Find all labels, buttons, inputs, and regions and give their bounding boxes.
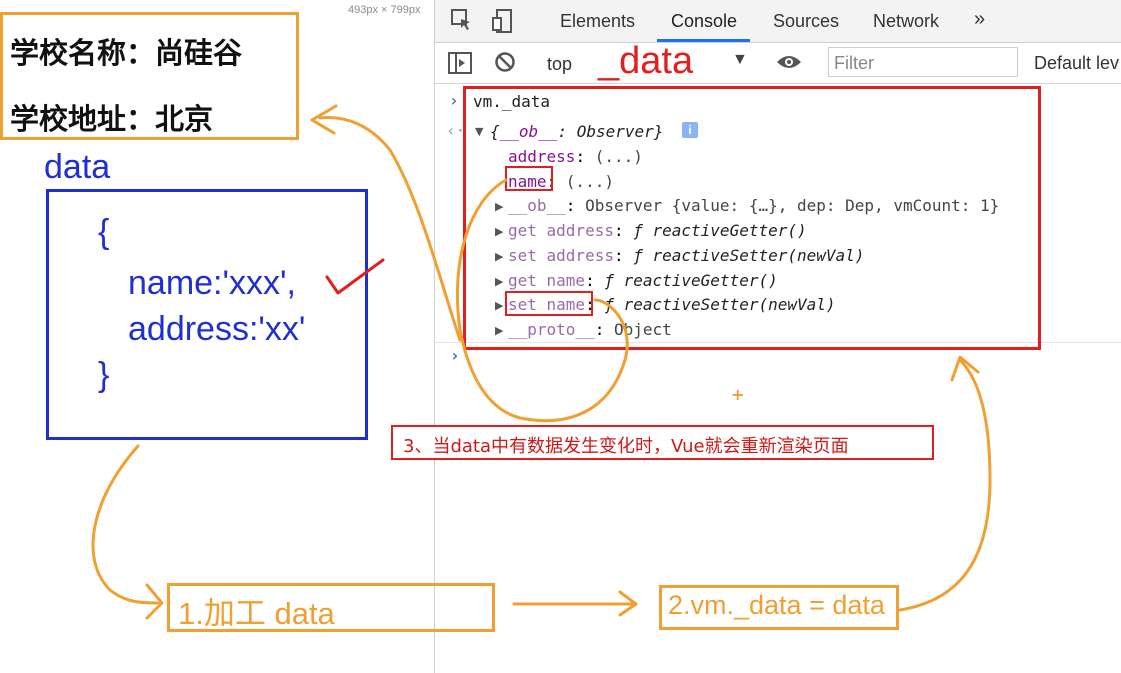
data-line-address: address:'xx' xyxy=(128,310,306,348)
tab-network[interactable]: Network xyxy=(873,11,939,32)
arrow-loop-to-page-head xyxy=(310,104,338,135)
data-line-open: { xyxy=(98,213,110,251)
step3-caption-text: 3、当data中有数据发生变化时，Vue就会重新渲染页面 xyxy=(403,436,849,457)
screen: 493px × 799px 学校名称：尚硅谷 学校地址：北京 data { na… xyxy=(0,0,1121,673)
data-line-name: name:'xxx', xyxy=(128,264,296,302)
school-name-text: 学校名称：尚硅谷 xyxy=(10,36,243,70)
viewport-size-hint: 493px × 799px xyxy=(348,4,421,16)
filter-placeholder: Filter xyxy=(834,53,874,73)
device-toolbar-icon[interactable] xyxy=(491,8,515,39)
tab-sources[interactable]: Sources xyxy=(773,11,839,32)
clear-console-icon[interactable] xyxy=(494,51,516,77)
step1-text: 1.加工 data xyxy=(178,596,335,631)
name-property-highlight xyxy=(505,166,553,191)
input-prompt-icon: › xyxy=(449,91,459,110)
more-tabs-chevron-icon[interactable]: » xyxy=(974,8,985,31)
console-input-prompt-icon[interactable]: › xyxy=(450,346,460,365)
step2-text: 2.vm._data = data xyxy=(668,590,885,620)
step3-caption-box: 3、当data中有数据发生变化时，Vue就会重新渲染页面 xyxy=(391,425,934,460)
panel-divider[interactable] xyxy=(434,0,435,673)
cursor-crosshair-icon: + xyxy=(731,385,745,404)
live-expression-eye-icon[interactable] xyxy=(776,52,802,76)
sidebar-toggle-icon[interactable] xyxy=(448,52,472,78)
school-address-text: 学校地址：北京 xyxy=(10,102,214,136)
tab-elements[interactable]: Elements xyxy=(560,11,635,32)
context-dropdown-arrow-icon[interactable]: ▼ xyxy=(732,51,748,69)
arrow-step2-to-console-head xyxy=(950,355,980,382)
data-line-close: } xyxy=(98,356,110,394)
set-name-highlight xyxy=(505,291,593,316)
tab-console[interactable]: Console xyxy=(671,11,737,32)
log-levels-dropdown[interactable]: Default lev xyxy=(1034,53,1119,74)
arrow-step2-to-console xyxy=(898,358,992,612)
handwritten-data-annotation: _data xyxy=(598,40,694,82)
arrow-data-to-step1-head xyxy=(145,583,164,620)
arrow-data-to-step1 xyxy=(91,444,160,605)
context-selector[interactable]: top xyxy=(547,54,572,75)
inspect-element-icon[interactable] xyxy=(450,8,474,37)
data-diagram-title: data xyxy=(44,148,111,186)
arrow-step1-to-step2-head xyxy=(618,590,638,617)
